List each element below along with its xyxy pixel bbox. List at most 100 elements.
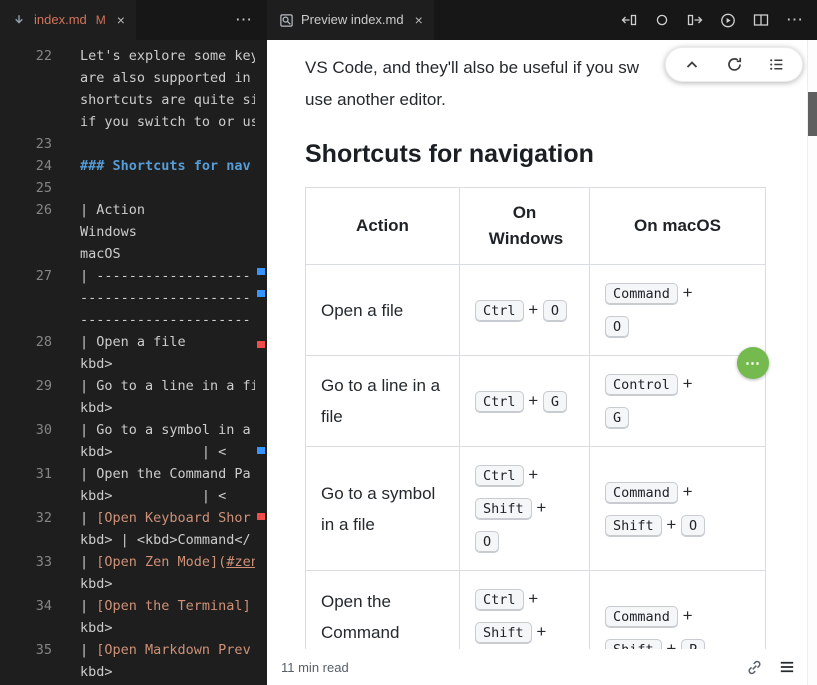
column-header: On macOS bbox=[590, 188, 766, 265]
nav-forward-icon[interactable] bbox=[687, 12, 703, 28]
line-code: kbd> | < bbox=[80, 441, 226, 463]
editor-pane[interactable]: 22 Let's explore some keyare also support… bbox=[0, 40, 255, 685]
editor-line: kbd> | < bbox=[0, 485, 255, 507]
shortcuts-table: ActionOn WindowsOn macOS Open a fileCtrl… bbox=[305, 187, 766, 685]
editor-line: 27| ------------------- bbox=[0, 265, 255, 287]
line-code: macOS bbox=[80, 243, 121, 265]
line-number: 35 bbox=[0, 639, 52, 661]
line-number bbox=[0, 485, 52, 507]
editor-group-right-tabs: Preview index.md × ⋯ bbox=[267, 0, 817, 40]
editor-line: 32| [Open Keyboard Shor bbox=[0, 507, 255, 529]
line-number: 31 bbox=[0, 463, 52, 485]
editor-line: 28| Open a file bbox=[0, 331, 255, 353]
table-row: Go to a line in a fileCtrl + GControl +G bbox=[306, 356, 766, 447]
action-cell: Go to a symbol in a file bbox=[306, 447, 460, 571]
collapse-chevron-up-icon[interactable] bbox=[683, 56, 701, 74]
line-code: kbd> | <kbd>Command</ bbox=[80, 529, 251, 551]
kbd-key: O bbox=[605, 316, 629, 338]
overview-ruler[interactable] bbox=[255, 40, 267, 685]
editor-line: kbd> bbox=[0, 397, 255, 419]
scrollbar-thumb[interactable] bbox=[808, 92, 817, 136]
green-more-button[interactable]: ⋯ bbox=[737, 347, 769, 379]
nav-back-icon[interactable] bbox=[621, 12, 637, 28]
macos-keys-cell: Command +O bbox=[590, 265, 766, 356]
split-editor-icon[interactable] bbox=[753, 12, 769, 28]
column-header: On Windows bbox=[460, 188, 590, 265]
line-number bbox=[0, 287, 52, 309]
hamburger-menu-icon[interactable] bbox=[778, 658, 796, 676]
line-code: | Action bbox=[80, 199, 145, 221]
line-code: | ------------------- bbox=[80, 265, 251, 287]
line-number bbox=[0, 441, 52, 463]
refresh-icon[interactable] bbox=[725, 56, 743, 74]
line-code: kbd> bbox=[80, 353, 113, 375]
preview-scrollbar[interactable] bbox=[807, 40, 817, 685]
action-cell: Go to a line in a file bbox=[306, 356, 460, 447]
footer-icons bbox=[745, 658, 796, 676]
editor-line: --------------------- bbox=[0, 287, 255, 309]
line-code: --------------------- bbox=[80, 309, 251, 331]
vscode-window: index.md M × ⋯ Preview index.md × bbox=[0, 0, 817, 685]
editor-line: 23 bbox=[0, 133, 255, 155]
line-code: | [Open the Terminal] bbox=[80, 595, 251, 617]
line-number: 33 bbox=[0, 551, 52, 573]
preview-footer: 11 min read bbox=[267, 649, 807, 685]
ruler-mark bbox=[257, 290, 265, 297]
editor-line: 31| Open the Command Pa bbox=[0, 463, 255, 485]
editor-line: kbd> | <kbd>Command</ bbox=[0, 529, 255, 551]
tab-title: Preview index.md bbox=[301, 0, 404, 40]
ruler-mark bbox=[257, 268, 265, 275]
line-code: kbd> bbox=[80, 661, 113, 683]
kbd-key: O bbox=[475, 531, 499, 553]
editor-line: 22 Let's explore some key bbox=[0, 45, 255, 67]
table-body: Open a fileCtrl + OCommand +OGo to a lin… bbox=[306, 265, 766, 685]
close-tab-icon[interactable]: × bbox=[415, 12, 423, 28]
editor-line: are also supported in bbox=[0, 67, 255, 89]
editor-line: 30 | Go to a symbol in a bbox=[0, 419, 255, 441]
line-code: | Go to a symbol in a bbox=[80, 419, 251, 441]
run-icon[interactable] bbox=[720, 12, 736, 28]
line-number: 34 bbox=[0, 595, 52, 617]
line-number bbox=[0, 573, 52, 595]
close-tab-icon[interactable]: × bbox=[117, 12, 125, 28]
ruler-mark bbox=[257, 447, 265, 454]
action-cell: Open a file bbox=[306, 265, 460, 356]
kbd-key: G bbox=[543, 391, 567, 413]
kbd-key: Command bbox=[605, 606, 678, 628]
tab-index-md[interactable]: index.md M × bbox=[0, 0, 136, 40]
kbd-key: Ctrl bbox=[475, 465, 524, 487]
line-code: | [Open Markdown Prev bbox=[80, 639, 251, 661]
editor-line: kbd> bbox=[0, 617, 255, 639]
editor-lines: 22 Let's explore some keyare also support… bbox=[0, 45, 255, 685]
line-number: 25 bbox=[0, 177, 52, 199]
line-number: 30 bbox=[0, 419, 52, 441]
line-number bbox=[0, 221, 52, 243]
preview-content: VS Code, and they'll also be useful if y… bbox=[267, 40, 807, 685]
editor-group-left-tabs: index.md M × ⋯ bbox=[0, 0, 267, 40]
preview-floating-toolbar bbox=[665, 47, 803, 82]
more-actions-icon[interactable]: ⋯ bbox=[786, 10, 804, 30]
editor-line: macOS bbox=[0, 243, 255, 265]
tab-overflow-button[interactable]: ⋯ bbox=[235, 10, 253, 30]
tab-preview-index-md[interactable]: Preview index.md × bbox=[267, 0, 434, 40]
line-number bbox=[0, 111, 52, 133]
editor-line: 29| Go to a line in a fi bbox=[0, 375, 255, 397]
outline-list-icon[interactable] bbox=[767, 56, 785, 74]
line-code: Let's explore some key bbox=[80, 45, 255, 67]
link-icon[interactable] bbox=[745, 658, 763, 676]
line-number bbox=[0, 309, 52, 331]
kbd-key: Shift bbox=[475, 498, 532, 520]
editor-actions: ⋯ bbox=[621, 0, 817, 40]
line-code: Windows bbox=[80, 221, 137, 243]
editor-line: kbd> bbox=[0, 573, 255, 595]
line-number: 24 bbox=[0, 155, 52, 177]
windows-keys-cell: Ctrl + G bbox=[460, 356, 590, 447]
git-modified-badge: M bbox=[96, 13, 106, 27]
kbd-key: Command bbox=[605, 482, 678, 504]
line-number bbox=[0, 67, 52, 89]
record-circle-icon[interactable] bbox=[654, 12, 670, 28]
macos-keys-cell: Command +Shift + O bbox=[590, 447, 766, 571]
kbd-key: Shift bbox=[475, 622, 532, 644]
editor-line: 25 bbox=[0, 177, 255, 199]
line-number: 22 bbox=[0, 45, 52, 67]
